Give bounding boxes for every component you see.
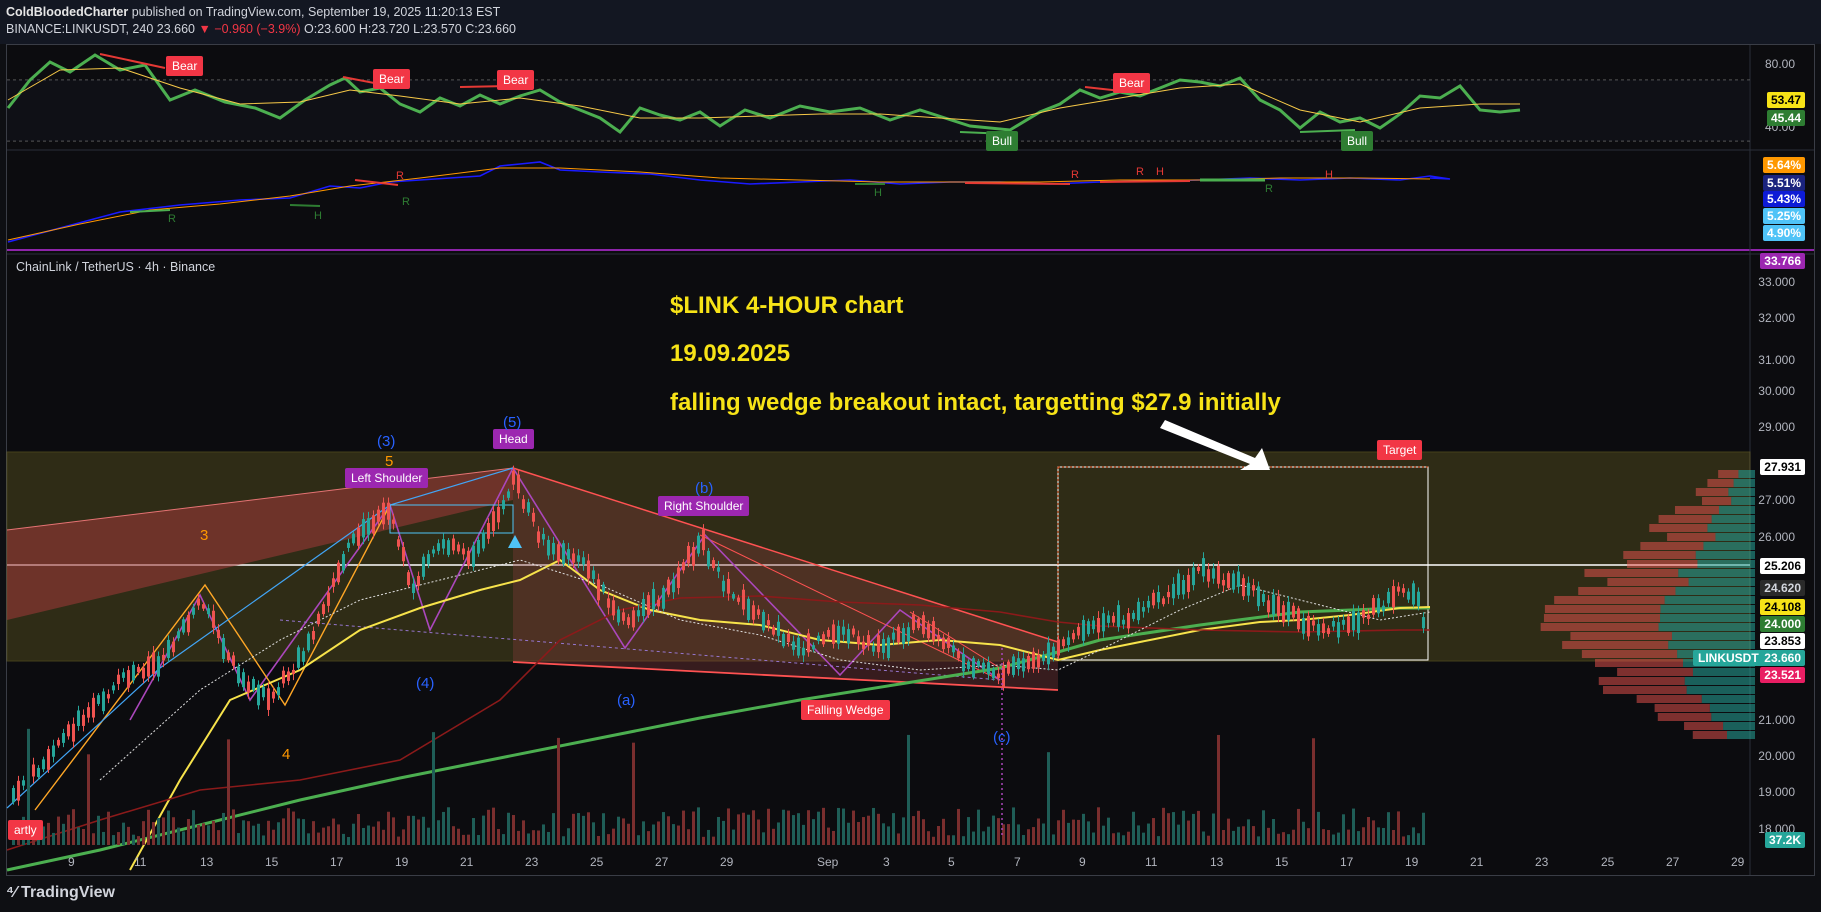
date-axis-label: 25 xyxy=(590,855,604,869)
osc-tag: 5.64% xyxy=(1762,157,1805,173)
osc-marker-r: R xyxy=(1136,166,1144,178)
osc-tag: 5.43% xyxy=(1762,191,1805,207)
date-axis-label: 17 xyxy=(330,855,344,869)
wave-b: (b) xyxy=(695,480,714,497)
tv-logo-icon: ⁴⁄ xyxy=(6,884,17,901)
osc-marker-r: R xyxy=(1265,183,1273,195)
date-axis-label: 13 xyxy=(1210,855,1224,869)
price-tag-resistance: 25.206 xyxy=(1760,558,1805,574)
bear-label: Bear xyxy=(1113,73,1151,93)
top-price-tag: 33.766 xyxy=(1760,253,1805,269)
right-shoulder-label: Right Shoulder xyxy=(658,496,750,516)
date-axis-label: 13 xyxy=(200,855,214,869)
volume-tag: 37.2K xyxy=(1764,832,1805,848)
date-axis-label: 19 xyxy=(1405,855,1419,869)
note-text: falling wedge breakout intact, targettin… xyxy=(670,389,1281,416)
date-axis-label: 21 xyxy=(460,855,474,869)
price-axis-label: 21.000 xyxy=(1758,713,1795,727)
symbol-label: ChainLink / TetherUS · 4h · Binance xyxy=(16,260,216,274)
price-axis-label: 19.000 xyxy=(1758,785,1795,799)
osc-marker-r: R xyxy=(402,196,410,208)
osc-marker-r: R xyxy=(168,213,176,225)
wave-4: (4) xyxy=(416,675,435,692)
price-axis-label: 33.000 xyxy=(1758,275,1795,289)
price-axis-label: 29.000 xyxy=(1758,420,1795,434)
left-shoulder-label: Left Shoulder xyxy=(345,468,429,488)
date-axis-label: 9 xyxy=(68,855,75,869)
date-axis-label: 29 xyxy=(1731,855,1745,869)
linkusdt-tag: LINKUSDT xyxy=(1693,650,1764,666)
price-tag-target: 27.931 xyxy=(1760,459,1805,475)
partly-label: artly xyxy=(8,820,43,840)
bear-label: Bear xyxy=(373,69,411,89)
date-axis-label: 23 xyxy=(525,855,539,869)
price-tag: 23.853 xyxy=(1760,633,1805,649)
price-tag: 24.620 xyxy=(1760,580,1805,596)
tradingview-logo[interactable]: ⁴⁄ TradingView xyxy=(6,884,115,902)
falling-wedge-label: Falling Wedge xyxy=(801,700,890,720)
price-axis-label: 32.000 xyxy=(1758,311,1795,325)
osc-marker-r: R xyxy=(396,170,404,182)
date-axis-label: 21 xyxy=(1470,855,1484,869)
rsi-axis-80: 80.00 xyxy=(1764,57,1795,71)
date-axis-label: 9 xyxy=(1079,855,1086,869)
price-axis-label: 27.000 xyxy=(1758,493,1795,507)
date-axis-label: 19 xyxy=(395,855,409,869)
wave-3: (3) xyxy=(377,433,396,450)
rsi-ma-tag: 45.44 xyxy=(1766,110,1805,126)
note-date: 19.09.2025 xyxy=(670,340,791,367)
bull-label: Bull xyxy=(1341,131,1374,151)
date-axis-label: 3 xyxy=(883,855,890,869)
date-axis-label: 27 xyxy=(655,855,669,869)
osc-marker-h: H xyxy=(314,210,322,222)
price-tag-ma50: 24.108 xyxy=(1760,599,1805,615)
date-axis-label: 17 xyxy=(1340,855,1354,869)
date-axis-label: 11 xyxy=(134,855,147,869)
rsi-tag: 53.47 xyxy=(1766,92,1805,108)
osc-blue-line xyxy=(7,161,1451,243)
osc-marker-h: H xyxy=(1156,166,1164,178)
date-axis-label: 23 xyxy=(1535,855,1549,869)
date-axis-label: 15 xyxy=(1275,855,1289,869)
logo-text: TradingView xyxy=(21,884,115,901)
chart-canvas[interactable] xyxy=(0,0,1821,912)
date-axis-label: 11 xyxy=(1145,855,1158,869)
osc-marker-h: H xyxy=(874,187,882,199)
osc-tag: 4.90% xyxy=(1762,225,1805,241)
target-label: Target xyxy=(1377,440,1423,460)
date-axis-label: 7 xyxy=(1014,855,1021,869)
price-tag-ma200: 24.000 xyxy=(1760,616,1805,632)
wave-o4: 4 xyxy=(282,746,291,763)
osc-marker-h: H xyxy=(1325,169,1333,181)
wave-5: (5) xyxy=(503,414,522,431)
price-tag: 23.521 xyxy=(1760,667,1805,683)
price-tag-last: 23.660 xyxy=(1760,650,1805,666)
price-axis-label: 26.000 xyxy=(1758,530,1795,544)
date-axis-label: 27 xyxy=(1666,855,1680,869)
wave-c: (c) xyxy=(993,729,1011,746)
head-label: Head xyxy=(493,429,534,449)
wave-o5: 5 xyxy=(385,453,394,470)
date-axis-label: 29 xyxy=(720,855,734,869)
date-axis-label: 15 xyxy=(265,855,279,869)
bull-label: Bull xyxy=(986,131,1019,151)
date-axis-label: 25 xyxy=(1601,855,1615,869)
note-title: $LINK 4-HOUR chart xyxy=(670,292,904,319)
bear-label: Bear xyxy=(497,70,535,90)
osc-tag: 5.51% xyxy=(1762,175,1805,191)
bear-label: Bear xyxy=(166,56,204,76)
wave-a: (a) xyxy=(617,692,636,709)
wave-o3: 3 xyxy=(200,527,209,544)
osc-tag: 5.25% xyxy=(1762,208,1805,224)
date-axis-label: 5 xyxy=(948,855,955,869)
price-axis-label: 30.000 xyxy=(1758,384,1795,398)
date-axis-label: Sep xyxy=(817,855,839,869)
osc-marker-r: R xyxy=(1071,169,1079,181)
price-axis-label: 20.000 xyxy=(1758,749,1795,763)
price-axis-label: 31.000 xyxy=(1758,353,1795,367)
